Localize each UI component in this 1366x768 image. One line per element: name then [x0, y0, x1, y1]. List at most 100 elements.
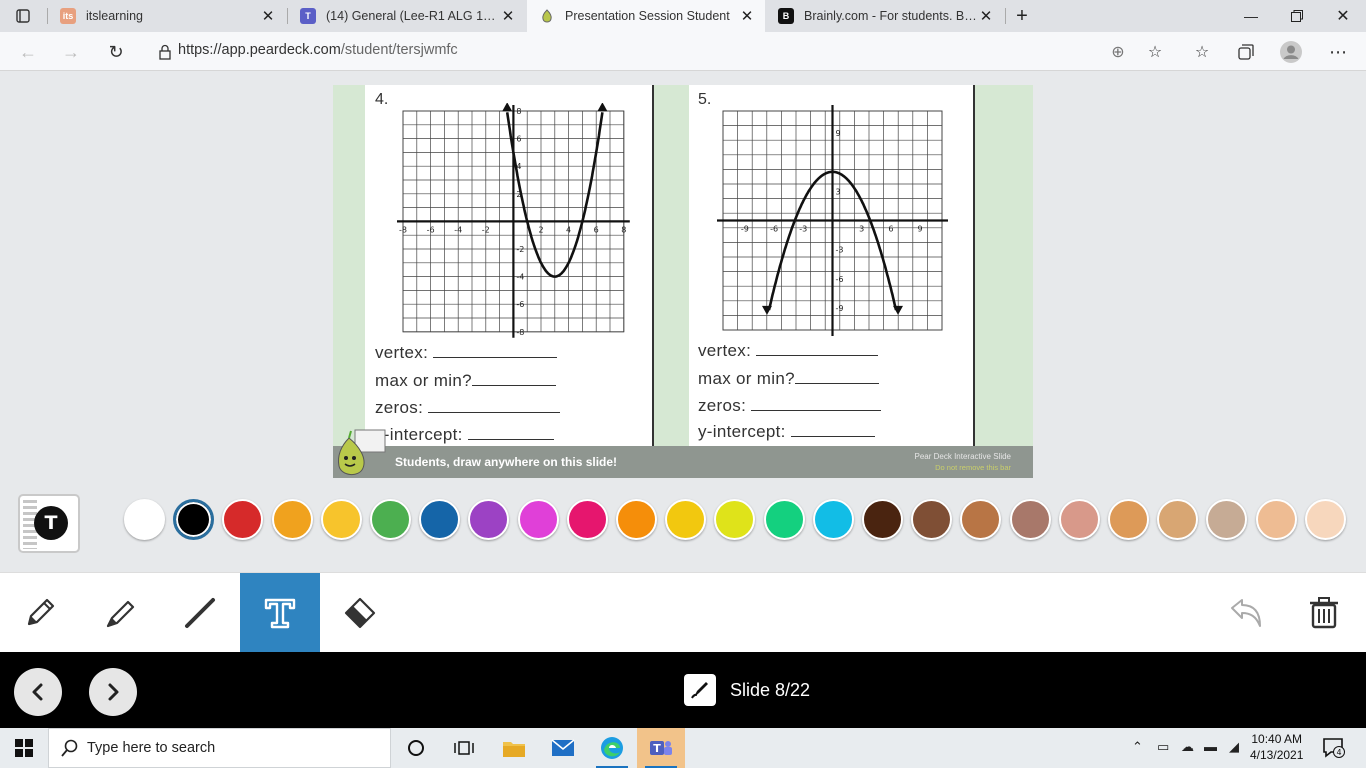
color-swatch[interactable]	[173, 499, 215, 540]
color-swatch[interactable]	[1157, 499, 1199, 540]
tab-itslearning[interactable]: its itslearning ✕	[48, 0, 286, 32]
previous-slide-button[interactable]	[14, 668, 62, 716]
zoom-icon[interactable]: ⊕	[1106, 40, 1130, 64]
delete-button[interactable]	[1284, 573, 1364, 653]
tab-teams-general[interactable]: T (14) General (Lee-R1 ALG 1A PRE ✕	[288, 0, 526, 32]
color-swatch[interactable]	[1009, 499, 1051, 540]
tab-actions-button[interactable]	[0, 0, 46, 32]
color-swatch[interactable]	[1206, 499, 1248, 540]
restore-button[interactable]	[1274, 0, 1320, 32]
color-swatch[interactable]	[1304, 499, 1346, 540]
favorites-icon[interactable]: ☆	[1190, 40, 1214, 64]
slide-canvas[interactable]: 4. -8 -6 -4 -2 2 4 6 8 8 6 4 2 -2 -4 -6 -8 vertex: max …	[333, 85, 1033, 478]
taskbar-search-box[interactable]: Type here to search	[48, 728, 391, 768]
next-slide-button[interactable]	[89, 668, 137, 716]
profile-avatar[interactable]	[1279, 40, 1303, 64]
color-swatch[interactable]	[517, 499, 559, 540]
show-hidden-icons[interactable]: ⌃	[1132, 739, 1143, 755]
color-swatch[interactable]	[862, 499, 903, 540]
teams-button[interactable]: T	[637, 728, 685, 768]
color-swatch[interactable]	[222, 499, 264, 540]
answer-blank	[433, 344, 558, 358]
tab-close-icon[interactable]: ✕	[739, 7, 755, 25]
undo-button[interactable]	[1206, 573, 1286, 653]
text-style-button[interactable]: T	[18, 494, 80, 553]
max-min-label: max or min?	[375, 371, 472, 390]
color-swatch[interactable]	[124, 499, 165, 540]
mail-icon	[551, 739, 575, 756]
color-swatch[interactable]	[665, 499, 707, 540]
close-icon: ✕	[1336, 8, 1350, 25]
eraser-tool-button[interactable]	[320, 573, 400, 653]
add-favorite-icon[interactable]: ☆	[1143, 40, 1167, 64]
color-swatch[interactable]	[1255, 499, 1297, 540]
tab-close-icon[interactable]: ✕	[260, 7, 276, 25]
color-swatch[interactable]	[419, 499, 461, 540]
color-swatch[interactable]	[714, 499, 756, 540]
color-swatch[interactable]	[960, 499, 1002, 540]
battery-icon[interactable]: ▬	[1204, 739, 1217, 754]
max-min-line: max or min?	[375, 371, 556, 391]
minimize-button[interactable]: —	[1228, 0, 1274, 32]
more-options-icon[interactable]: ⋯	[1326, 40, 1350, 64]
start-button[interactable]	[0, 728, 48, 768]
lock-icon[interactable]	[158, 44, 172, 60]
taskbar-clock[interactable]: 10:40 AM 4/13/2021	[1250, 731, 1303, 763]
meet-now-icon[interactable]: ▭	[1157, 739, 1169, 755]
task-view-button[interactable]	[440, 728, 488, 768]
banner-note: Do not remove this bar	[935, 463, 1011, 472]
x-tick-label: 4	[566, 225, 571, 234]
clock-date: 4/13/2021	[1250, 748, 1304, 762]
close-window-button[interactable]: ✕	[1320, 0, 1366, 32]
color-swatch[interactable]	[763, 499, 805, 540]
peardeck-banner: Students, draw anywhere on this slide! P…	[333, 446, 1033, 478]
cortana-icon	[408, 740, 424, 756]
x-tick-label: -9	[741, 225, 749, 234]
y-tick-label: -8	[516, 328, 524, 337]
text-tool-button[interactable]	[240, 573, 320, 653]
file-explorer-button[interactable]	[490, 728, 538, 768]
color-swatch[interactable]	[320, 499, 362, 540]
color-swatch[interactable]	[616, 499, 657, 540]
color-swatch[interactable]	[911, 499, 953, 540]
url-field[interactable]: https://app.peardeck.com/student/tersjwm…	[178, 42, 458, 58]
mail-button[interactable]	[539, 728, 587, 768]
x-tick-label: -6	[770, 225, 778, 234]
slide-navigation: Slide 8/22	[0, 652, 1366, 728]
itslearning-favicon-icon: its	[60, 8, 76, 24]
y-intercept-label: y-intercept:	[375, 425, 463, 444]
color-swatch[interactable]	[271, 499, 313, 540]
pencil-tool-button[interactable]	[0, 573, 80, 653]
marker-tool-button[interactable]	[80, 573, 160, 653]
line-tool-button[interactable]	[160, 573, 240, 653]
edge-button[interactable]	[588, 728, 636, 768]
edge-icon	[601, 737, 623, 759]
color-swatch[interactable]	[1108, 499, 1149, 540]
collections-icon[interactable]	[1234, 40, 1258, 64]
y-intercept-line: y-intercept:	[698, 422, 875, 442]
refresh-button[interactable]: ↻	[102, 38, 130, 66]
marker-icon	[106, 600, 135, 628]
tab-close-icon[interactable]: ✕	[978, 7, 994, 25]
color-swatch[interactable]	[1058, 499, 1100, 540]
x-tick-label: -4	[454, 225, 462, 234]
onedrive-icon[interactable]: ☁	[1181, 739, 1194, 755]
notification-center-button[interactable]: 4	[1322, 737, 1346, 764]
tab-presentation-session[interactable]: Presentation Session Student ✕	[527, 0, 765, 32]
answer-blank	[428, 399, 561, 413]
wifi-icon[interactable]: ◢	[1229, 739, 1239, 755]
student-stage: 4. -8 -6 -4 -2 2 4 6 8 8 6 4 2 -2 -4 -6 -8 vertex: max …	[0, 71, 1366, 572]
new-tab-button[interactable]: +	[1007, 0, 1037, 32]
brainly-favicon-icon: B	[778, 8, 794, 24]
color-swatch[interactable]	[370, 499, 411, 540]
tab-close-icon[interactable]: ✕	[500, 7, 516, 25]
forward-button[interactable]: →	[57, 38, 85, 66]
x-tick-label: -2	[482, 225, 490, 234]
color-swatch[interactable]	[812, 499, 854, 540]
color-swatch[interactable]	[566, 499, 608, 540]
tab-brainly[interactable]: B Brainly.com - For students. By stu ✕	[766, 0, 1004, 32]
tab-title: itslearning	[86, 9, 143, 23]
back-button[interactable]: ←	[14, 38, 42, 66]
cortana-button[interactable]	[392, 728, 440, 768]
color-swatch[interactable]	[468, 499, 510, 540]
